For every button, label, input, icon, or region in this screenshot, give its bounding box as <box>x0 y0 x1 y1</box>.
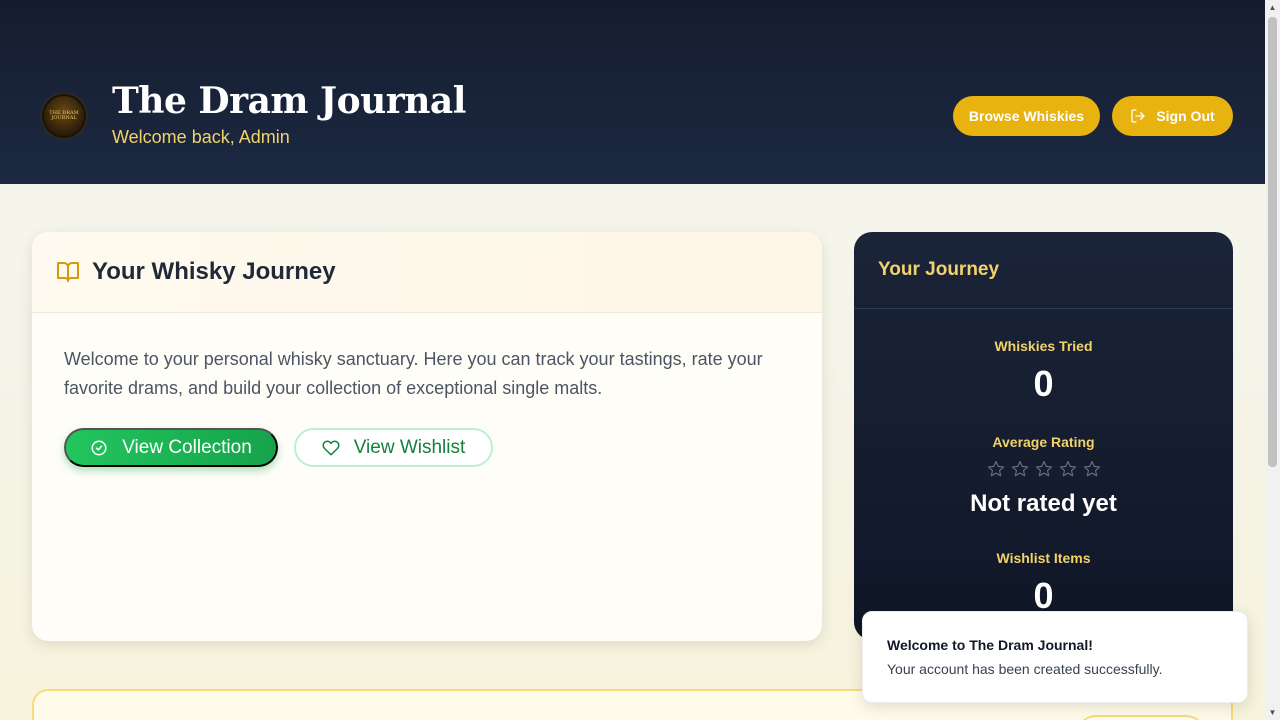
star-icon <box>1083 460 1100 477</box>
wishlist-items-label: Wishlist Items <box>996 550 1091 566</box>
journey-card-title: Your Whisky Journey <box>92 258 336 285</box>
star-icon <box>987 460 1004 477</box>
toast-message: Your account has been created successful… <box>887 661 1163 677</box>
logo-text: THE DRAM JOURNAL <box>44 96 84 136</box>
welcome-subtitle: Welcome back, Admin <box>112 127 290 147</box>
welcome-toast[interactable]: Welcome to The Dram Journal! Your accoun… <box>862 611 1248 703</box>
journey-card-header: Your Whisky Journey <box>32 232 822 313</box>
toast-title: Welcome to The Dram Journal! <box>887 637 1093 653</box>
app-header: THE DRAM JOURNAL The Dram Journal Welcom… <box>0 0 1265 184</box>
scrollbar-thumb[interactable] <box>1268 17 1277 467</box>
stats-title: Your Journey <box>878 259 1000 280</box>
rating-text: Not rated yet <box>970 490 1117 517</box>
stats-divider <box>854 308 1233 309</box>
star-icon <box>1059 460 1076 477</box>
journey-description: Welcome to your personal whisky sanctuar… <box>64 349 763 398</box>
secondary-card-button[interactable] <box>1076 715 1206 720</box>
rating-stars <box>854 460 1233 478</box>
sign-out-icon <box>1131 109 1145 123</box>
app-logo: THE DRAM JOURNAL <box>40 92 88 140</box>
view-collection-label: View Collection <box>122 436 252 458</box>
whisky-journey-card: Your Whisky Journey Welcome to your pers… <box>32 232 822 641</box>
view-wishlist-button[interactable]: View Wishlist <box>294 428 493 467</box>
book-open-icon <box>57 262 79 282</box>
page-title: The Dram Journal <box>112 80 466 122</box>
star-icon <box>1011 460 1028 477</box>
browse-whiskies-button[interactable]: Browse Whiskies <box>953 96 1100 136</box>
sign-out-label: Sign Out <box>1156 108 1215 124</box>
scroll-down-arrow[interactable]: ▼ <box>1265 705 1280 720</box>
view-collection-button[interactable]: View Collection <box>64 428 278 467</box>
check-circle-icon <box>91 440 107 455</box>
sign-out-button[interactable]: Sign Out <box>1112 96 1233 136</box>
journey-stats-panel: Your Journey Whiskies Tried 0 Average Ra… <box>854 232 1233 640</box>
whiskies-tried-value: 0 <box>1033 363 1054 404</box>
scroll-up-arrow[interactable]: ▲ <box>1265 0 1280 15</box>
whiskies-tried-label: Whiskies Tried <box>994 338 1093 354</box>
view-wishlist-label: View Wishlist <box>353 436 466 458</box>
star-icon <box>1035 460 1052 477</box>
average-rating-label: Average Rating <box>992 434 1095 450</box>
page-scrollbar[interactable]: ▲ ▼ <box>1265 0 1280 720</box>
heart-icon <box>322 439 340 455</box>
browse-whiskies-label: Browse Whiskies <box>968 108 1085 124</box>
